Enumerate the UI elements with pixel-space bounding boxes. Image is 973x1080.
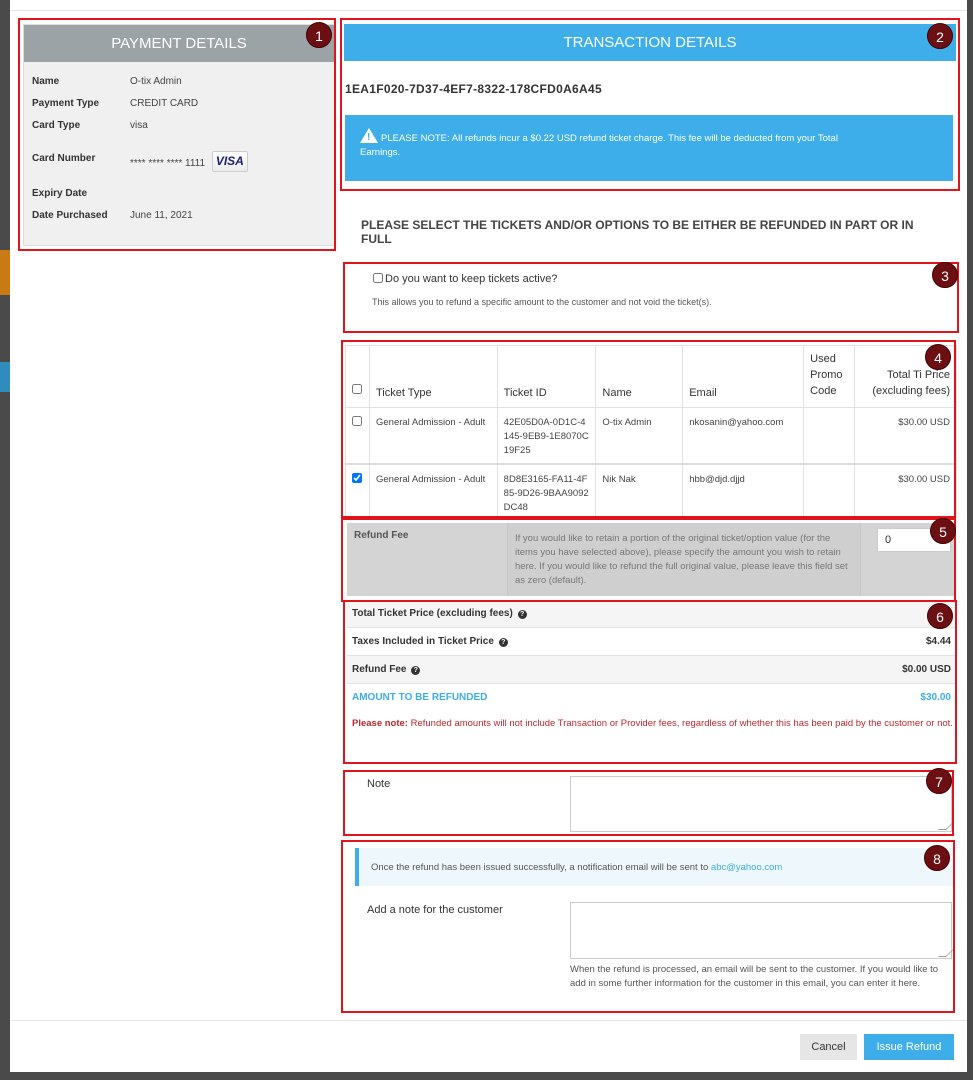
annotation-marker: 5 <box>930 518 956 544</box>
annotation-marker: 8 <box>924 845 950 871</box>
annotation-marker: 2 <box>927 23 953 49</box>
annotation-box <box>341 840 955 1013</box>
annotation-marker: 4 <box>925 344 951 370</box>
annotation-marker: 1 <box>306 22 332 48</box>
annotation-box <box>343 600 957 764</box>
annotation-marker: 6 <box>927 603 953 629</box>
backdrop-strip <box>0 250 10 295</box>
cancel-button[interactable]: Cancel <box>800 1034 857 1060</box>
annotation-box <box>343 262 959 333</box>
annotation-box <box>341 340 956 518</box>
backdrop-strip <box>0 362 10 392</box>
annotation-box <box>340 18 960 191</box>
annotation-marker: 3 <box>932 262 958 288</box>
annotation-marker: 7 <box>926 768 952 794</box>
select-tickets-heading: PLEASE SELECT THE TICKETS AND/OR OPTIONS… <box>361 218 914 246</box>
issue-refund-button[interactable]: Issue Refund <box>864 1034 954 1060</box>
annotation-box <box>343 770 954 836</box>
annotation-box <box>341 518 956 602</box>
annotation-box <box>18 18 336 251</box>
